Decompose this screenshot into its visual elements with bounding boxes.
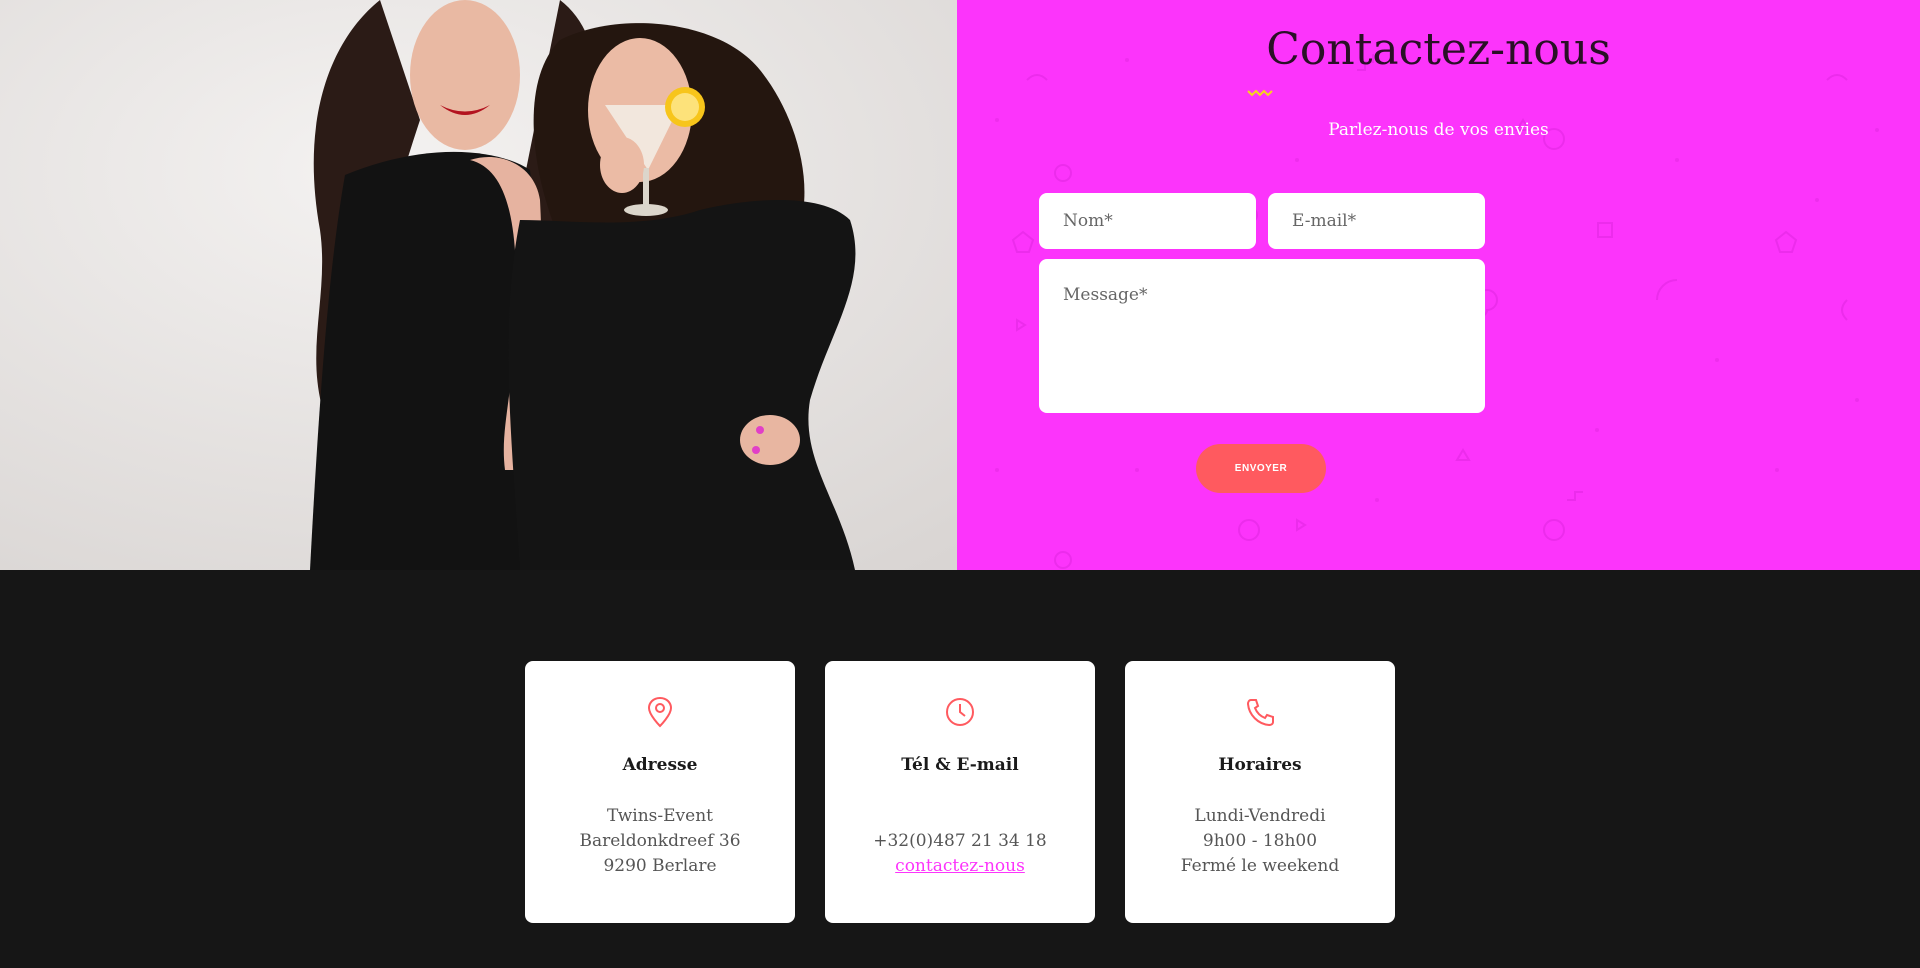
card-line: 9290 Berlare xyxy=(603,856,717,876)
clock-icon xyxy=(946,698,974,726)
card-line: Lundi-Vendredi xyxy=(1194,806,1326,826)
message-field[interactable] xyxy=(1039,259,1485,413)
card-line: Twins-Event xyxy=(607,806,713,826)
map-pin-icon xyxy=(647,696,673,728)
two-women-photo xyxy=(0,0,957,570)
top-section: Contactez-nous Parlez-nous de vos envies… xyxy=(0,0,1920,570)
address-card: Adresse Twins-Event Bareldonkdreef 36 92… xyxy=(525,661,795,923)
phone-icon xyxy=(1246,699,1274,727)
page-title: Contactez-nous xyxy=(1266,24,1611,75)
name-field[interactable] xyxy=(1039,193,1256,249)
subtitle: Parlez-nous de vos envies xyxy=(1328,120,1549,140)
hero-photo xyxy=(0,0,957,570)
email-field[interactable] xyxy=(1268,193,1485,249)
contact-link-line: contactez-nous xyxy=(825,856,1095,876)
contact-section: Contactez-nous Parlez-nous de vos envies… xyxy=(957,0,1920,570)
card-title: Horaires xyxy=(1218,755,1302,775)
phone-number: +32(0)487 21 34 18 xyxy=(873,831,1047,851)
card-title: Adresse xyxy=(622,755,698,775)
card-line: Bareldonkdreef 36 xyxy=(579,831,741,851)
phone-email-card: Tél & E-mail +32(0)487 21 34 18 contacte… xyxy=(825,661,1095,923)
info-cards-section: Adresse Twins-Event Bareldonkdreef 36 92… xyxy=(0,570,1920,968)
hours-card: Horaires Lundi-Vendredi 9h00 - 18h00 Fer… xyxy=(1125,661,1395,923)
card-title: Tél & E-mail xyxy=(901,755,1019,775)
card-line: 9h00 - 18h00 xyxy=(1202,831,1318,851)
squiggle-divider-icon xyxy=(1247,89,1273,97)
card-line: Fermé le weekend xyxy=(1180,856,1340,876)
send-button[interactable]: ENVOYER xyxy=(1196,444,1326,493)
contact-link[interactable]: contactez-nous xyxy=(895,856,1025,876)
